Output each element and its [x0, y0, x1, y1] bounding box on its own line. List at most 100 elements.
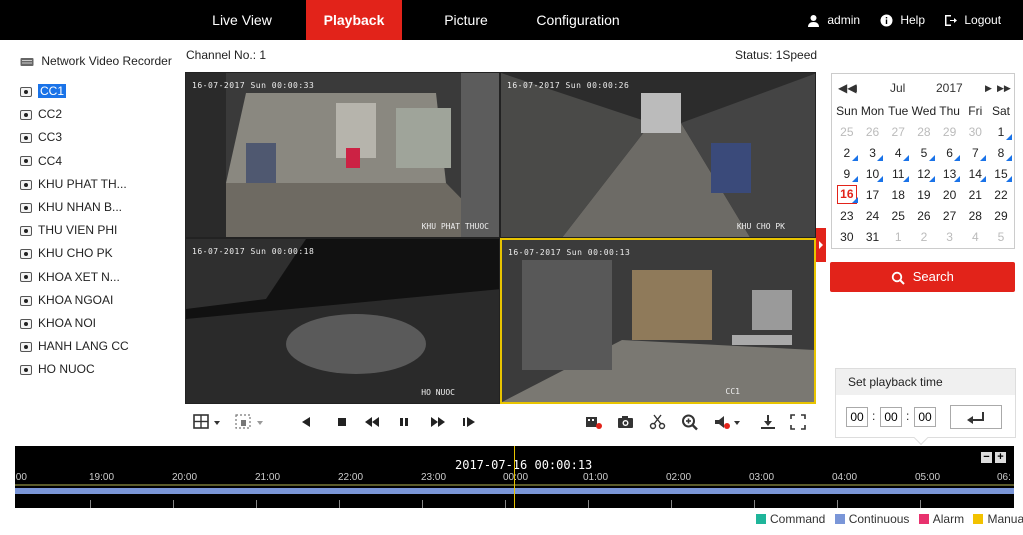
channel-item-cc4[interactable]: CC4: [20, 150, 129, 173]
calendar-day[interactable]: 26: [911, 205, 937, 226]
channel-item-6[interactable]: KHU NHAN B...: [20, 196, 129, 219]
minute-input[interactable]: [880, 407, 902, 427]
calendar-day[interactable]: 27: [937, 205, 963, 226]
tree-root[interactable]: Network Video Recorder: [20, 54, 172, 68]
calendar-day[interactable]: 14: [962, 163, 988, 184]
stream-type-icon[interactable]: [235, 412, 267, 432]
channel-item-cc3[interactable]: CC3: [20, 126, 129, 149]
download-icon[interactable]: [759, 412, 777, 432]
zoom-in-button[interactable]: +: [995, 452, 1006, 463]
audio-mute-icon[interactable]: [713, 412, 743, 432]
prev-month-icon[interactable]: ◀: [850, 83, 857, 94]
calendar-day[interactable]: 29: [988, 205, 1014, 226]
calendar-day[interactable]: 17: [860, 184, 886, 205]
calendar-day[interactable]: 23: [834, 205, 860, 226]
calendar-year[interactable]: 2017: [936, 81, 963, 95]
channel-item-11[interactable]: KHOA NOI: [20, 312, 129, 335]
channel-item-5[interactable]: KHU PHAT TH...: [20, 173, 129, 196]
tab-live-view[interactable]: Live View: [196, 0, 288, 40]
calendar-day[interactable]: 28: [911, 121, 937, 142]
help-button[interactable]: Help: [880, 0, 925, 40]
stop-icon[interactable]: [335, 412, 349, 432]
calendar-day[interactable]: 3: [860, 142, 886, 163]
camera-capture-icon[interactable]: [617, 412, 635, 432]
calendar-day-selected[interactable]: 16: [834, 184, 860, 205]
zoom-out-button[interactable]: −: [981, 452, 992, 463]
calendar-day[interactable]: 4: [962, 226, 988, 247]
go-to-time-button[interactable]: [950, 405, 1002, 429]
calendar-day[interactable]: 3: [937, 226, 963, 247]
video-window-4-active[interactable]: 16-07-2017 Sun 00:00:13 CC1: [500, 238, 816, 404]
calendar-day[interactable]: 22: [988, 184, 1014, 205]
calendar-day[interactable]: 26: [860, 121, 886, 142]
single-frame-icon[interactable]: [461, 412, 477, 432]
calendar-day[interactable]: 10: [860, 163, 886, 184]
calendar-month[interactable]: Jul: [890, 81, 905, 95]
channel-item-13[interactable]: HO NUOC: [20, 358, 129, 381]
calendar-day[interactable]: 13: [937, 163, 963, 184]
calendar-day[interactable]: 29: [937, 121, 963, 142]
reverse-play-icon[interactable]: [299, 412, 313, 432]
calendar-day[interactable]: 21: [962, 184, 988, 205]
next-month-icon[interactable]: ▶: [985, 83, 992, 94]
record-clip-icon[interactable]: [585, 412, 603, 432]
search-button[interactable]: Search: [830, 262, 1015, 292]
slow-forward-icon[interactable]: [363, 412, 381, 432]
calendar-day[interactable]: 15: [988, 163, 1014, 184]
next-year-icon[interactable]: ▶▶: [997, 83, 1011, 94]
pause-icon[interactable]: [397, 412, 411, 432]
calendar-day[interactable]: 12: [911, 163, 937, 184]
calendar-day[interactable]: 24: [860, 205, 886, 226]
osd-channel-name: CC1: [725, 387, 740, 396]
window-split-icon[interactable]: [193, 412, 223, 432]
calendar-day[interactable]: 30: [962, 121, 988, 142]
side-panel-toggle[interactable]: [816, 228, 826, 262]
calendar-day[interactable]: 1: [885, 226, 911, 247]
channel-item-12[interactable]: HANH LANG CC: [20, 335, 129, 358]
calendar-day[interactable]: 19: [911, 184, 937, 205]
fullscreen-icon[interactable]: [789, 412, 807, 432]
calendar-day[interactable]: 28: [962, 205, 988, 226]
calendar-day[interactable]: 31: [860, 226, 886, 247]
tab-playback[interactable]: Playback: [306, 0, 402, 40]
fast-forward-icon[interactable]: [429, 412, 447, 432]
calendar-day[interactable]: 2: [911, 226, 937, 247]
video-window-3[interactable]: 16-07-2017 Sun 00:00:18 HO NUOC: [185, 238, 500, 404]
calendar-day[interactable]: 7: [962, 142, 988, 163]
calendar-day[interactable]: 8: [988, 142, 1014, 163]
channel-item-9[interactable]: KHOA XET N...: [20, 266, 129, 289]
calendar-day[interactable]: 11: [885, 163, 911, 184]
calendar-day[interactable]: 30: [834, 226, 860, 247]
calendar-day[interactable]: 20: [937, 184, 963, 205]
video-window-2[interactable]: 16-07-2017 Sun 00:00:26 KHU CHO PK: [500, 72, 816, 238]
tab-picture[interactable]: Picture: [424, 0, 508, 40]
calendar-day[interactable]: 5: [911, 142, 937, 163]
channel-item-8[interactable]: KHU CHO PK: [20, 242, 129, 265]
channel-item-cc2[interactable]: CC2: [20, 103, 129, 126]
calendar-day[interactable]: 4: [885, 142, 911, 163]
scissors-icon[interactable]: [649, 412, 667, 432]
playback-timeline[interactable]: 2017-07-16 00:00:13 :00 19:00 20:00 21:0…: [15, 446, 1014, 508]
logout-button[interactable]: Logout: [944, 0, 1001, 40]
calendar-day[interactable]: 9: [834, 163, 860, 184]
calendar-day[interactable]: 18: [885, 184, 911, 205]
zoom-in-icon[interactable]: [681, 412, 699, 432]
calendar-day[interactable]: 27: [885, 121, 911, 142]
timeline-tick: 22:00: [338, 472, 364, 483]
calendar-day[interactable]: 25: [885, 205, 911, 226]
calendar-day[interactable]: 6: [937, 142, 963, 163]
video-window-1[interactable]: 16-07-2017 Sun 00:00:33 KHU PHAT THUOC: [185, 72, 500, 238]
hour-input[interactable]: [846, 407, 868, 427]
calendar-day[interactable]: 25: [834, 121, 860, 142]
timeline-minor-tick: [920, 500, 921, 508]
channel-item-10[interactable]: KHOA NGOAI: [20, 289, 129, 312]
calendar-day[interactable]: 2: [834, 142, 860, 163]
timeline-cursor[interactable]: [514, 446, 515, 508]
channel-item-cc1[interactable]: CC1: [20, 80, 129, 103]
channel-item-7[interactable]: THU VIEN PHI: [20, 219, 129, 242]
second-input[interactable]: [914, 407, 936, 427]
calendar-day[interactable]: 5: [988, 226, 1014, 247]
user-menu[interactable]: admin: [807, 0, 860, 40]
calendar-day[interactable]: 1: [988, 121, 1014, 142]
tab-configuration[interactable]: Configuration: [526, 0, 630, 40]
